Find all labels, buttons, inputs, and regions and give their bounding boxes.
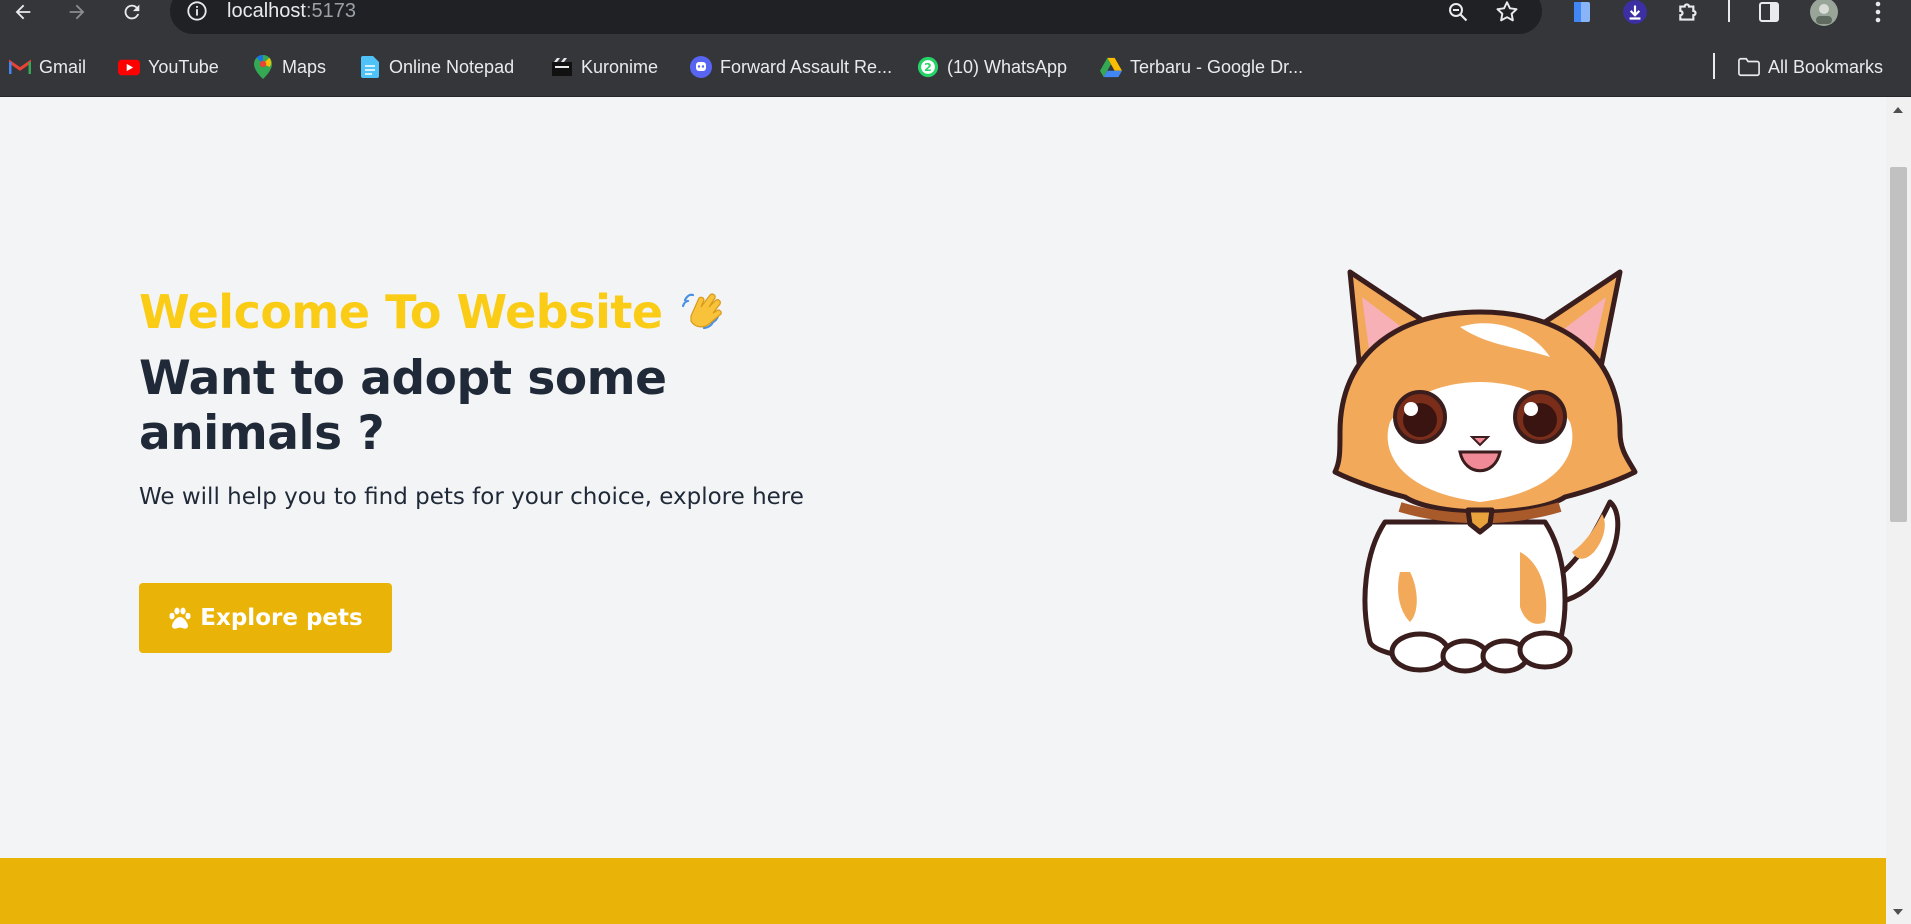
bookmark-maps[interactable]: Maps [252,53,326,81]
browser-toolbar: localhost:5173 [0,0,1911,38]
bookmark-star-icon[interactable] [1494,0,1520,25]
url-text[interactable]: localhost:5173 [227,0,356,23]
bookmark-forward-assault[interactable]: Forward Assault Re... [690,53,892,81]
cat-illustration [1332,269,1638,674]
forward-button[interactable] [58,0,96,24]
whatsapp-unread-badge: 2 [924,61,932,74]
reload-icon [124,4,140,20]
gmail-icon [9,56,31,78]
extension-file-icon [1574,2,1590,22]
bookmarks-bar: Gmail YouTube Maps Online Notepad Kuroni… [0,38,1911,97]
bookmark-kuronime[interactable]: Kuronime [551,53,658,81]
back-arrow-icon [15,4,31,20]
address-bar[interactable]: localhost:5173 [170,0,1542,34]
footer-band [0,858,1886,924]
zoom-icon[interactable] [1446,0,1470,24]
all-bookmarks-button[interactable]: All Bookmarks [1738,53,1883,81]
bookmark-label: Terbaru - Google Dr... [1130,56,1304,77]
toolbar-divider [1728,0,1730,22]
bookmark-label: Kuronime [581,56,659,77]
side-panel-button[interactable] [1755,0,1783,24]
hero-subtitle: We will help you to find pets for your c… [139,484,804,510]
profile-avatar[interactable] [1808,0,1840,26]
page-content: Welcome To Website Want to adopt some an… [0,97,1886,924]
folder-icon [1738,56,1760,78]
bookmark-label: (10) WhatsApp [947,56,1068,77]
extensions-button[interactable] [1675,0,1703,24]
all-bookmarks-label: All Bookmarks [1768,56,1884,77]
avatar-icon [1810,0,1838,26]
youtube-icon [118,56,140,78]
bookmark-google-drive[interactable]: Terbaru - Google Dr... [1100,53,1303,81]
bookmark-label: Gmail [39,56,87,77]
extension-button[interactable] [1568,0,1596,24]
puzzle-icon [1679,3,1697,21]
hero-title: Welcome To Website Want to adopt some an… [139,285,739,461]
site-info-icon[interactable] [186,0,208,22]
downloads-button[interactable] [1621,0,1649,24]
url-host: localhost [227,0,306,22]
explore-pets-button[interactable]: Explore pets [139,583,392,653]
maps-icon [252,55,274,79]
discord-icon [690,56,712,78]
bookmarks-divider [1713,53,1715,79]
bookmark-label: Forward Assault Re... [720,56,893,77]
kuronime-icon [551,56,573,78]
side-panel-icon [1759,2,1779,22]
adopt-heading: Want to adopt some animals ? [139,351,667,461]
forward-arrow-icon [69,4,85,20]
page-scrollbar[interactable] [1886,97,1911,924]
explore-pets-label: Explore pets [200,605,363,631]
paw-icon [169,607,191,629]
bookmark-label: YouTube [148,56,219,77]
browser-menu-button[interactable] [1864,0,1892,24]
download-icon [1623,0,1647,24]
whatsapp-icon: 2 [917,56,939,78]
bookmark-label: Maps [282,56,327,77]
bookmark-label: Online Notepad [389,56,515,77]
scroll-thumb[interactable] [1890,167,1907,522]
google-drive-icon [1100,56,1122,78]
back-button[interactable] [4,0,42,24]
welcome-heading: Welcome To Website [139,285,663,339]
document-icon [359,56,381,78]
more-vert-icon [1875,1,1881,23]
wave-emoji [677,286,725,351]
scroll-up-arrow[interactable] [1893,107,1903,113]
scroll-down-arrow[interactable] [1893,909,1903,915]
bookmark-gmail[interactable]: Gmail [9,53,86,81]
bookmark-youtube[interactable]: YouTube [118,53,219,81]
reload-button[interactable] [113,0,151,24]
bookmark-whatsapp[interactable]: 2 (10) WhatsApp [917,53,1067,81]
url-port: :5173 [305,0,356,22]
bookmark-online-notepad[interactable]: Online Notepad [359,53,514,81]
